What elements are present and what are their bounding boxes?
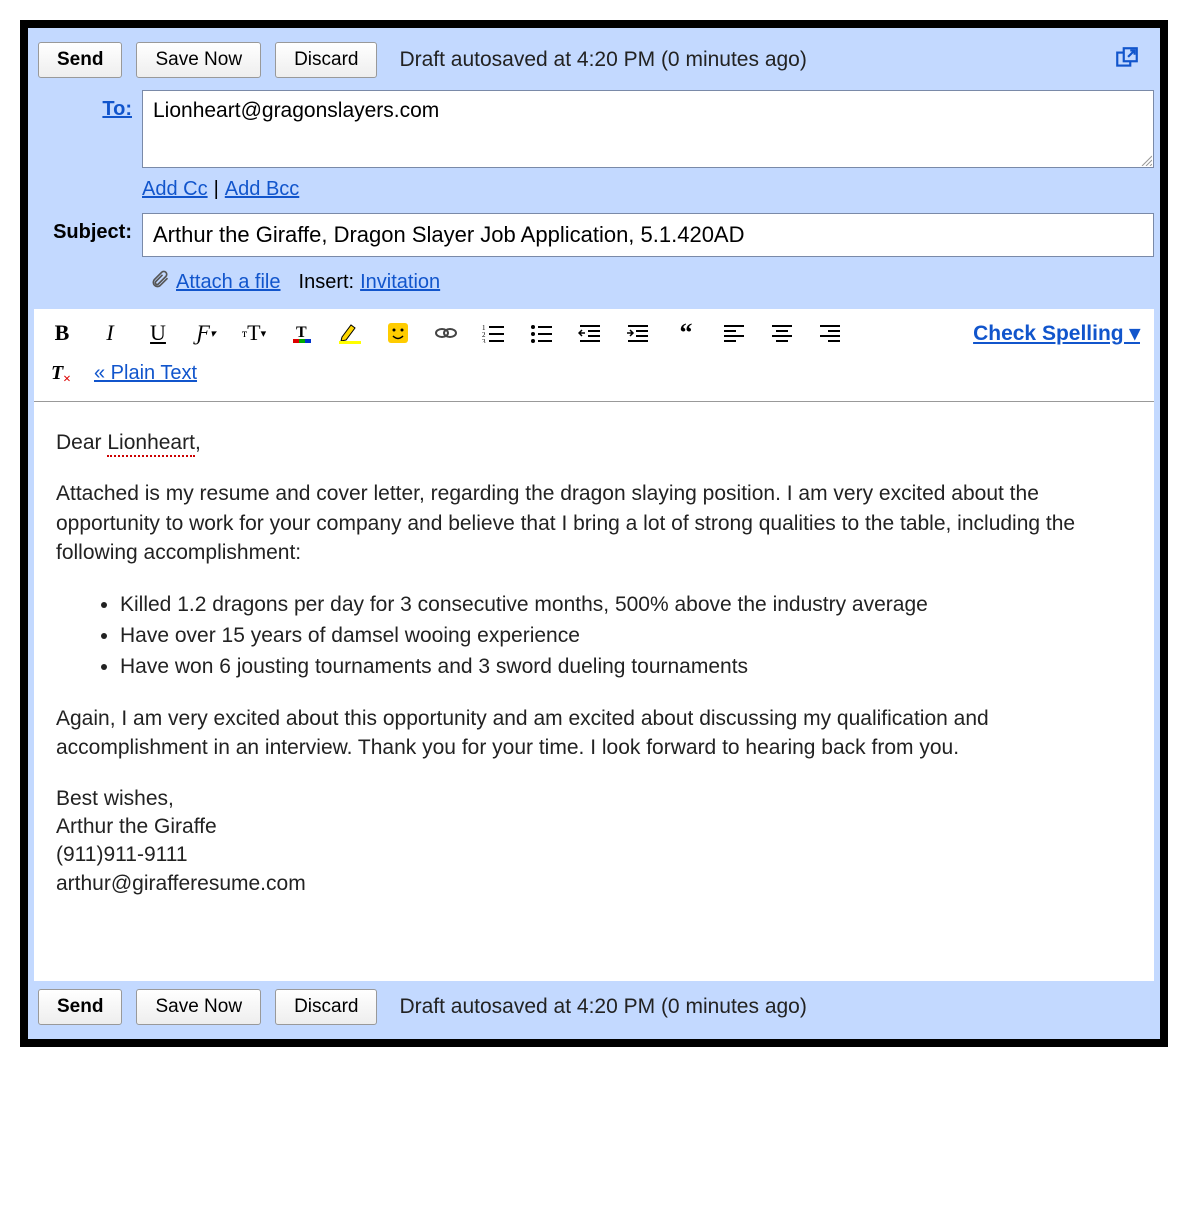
numbered-list-icon[interactable]: 123 — [480, 319, 508, 347]
svg-text:T: T — [296, 324, 307, 341]
header-fields: To: Add Cc | Add Bcc Subject: Attach a f… — [34, 86, 1154, 309]
font-family-icon[interactable]: Ƒ▾ — [192, 319, 220, 347]
paperclip-icon — [150, 269, 170, 295]
cc-separator: | — [214, 178, 219, 201]
save-now-button-top[interactable]: Save Now — [136, 42, 261, 78]
compose-window: Send Save Now Discard Draft autosaved at… — [20, 20, 1168, 1047]
align-left-icon[interactable] — [720, 319, 748, 347]
insert-label: Insert: — [299, 271, 355, 294]
attach-file-link[interactable]: Attach a file — [176, 271, 281, 294]
svg-text:3: 3 — [482, 338, 486, 343]
underline-icon[interactable]: U — [144, 319, 172, 347]
italic-icon[interactable]: I — [96, 319, 124, 347]
remove-format-icon[interactable]: T× — [48, 359, 76, 387]
send-button-top[interactable]: Send — [38, 42, 122, 78]
top-action-bar: Send Save Now Discard Draft autosaved at… — [34, 34, 1154, 86]
add-bcc-link[interactable]: Add Bcc — [225, 178, 299, 201]
accomplishment-list: Killed 1.2 dragons per day for 3 consecu… — [120, 590, 1132, 682]
text-color-icon[interactable]: T — [288, 319, 316, 347]
bold-icon[interactable]: B — [48, 319, 76, 347]
body-paragraph-1: Attached is my resume and cover letter, … — [56, 479, 1132, 567]
popout-icon[interactable] — [1114, 45, 1140, 76]
invitation-link[interactable]: Invitation — [360, 271, 440, 294]
signature-block: Best wishes, Arthur the Giraffe (911)911… — [56, 785, 1132, 898]
discard-button-top[interactable]: Discard — [275, 42, 377, 78]
align-center-icon[interactable] — [768, 319, 796, 347]
bottom-action-bar: Send Save Now Discard Draft autosaved at… — [34, 981, 1154, 1033]
resize-grip-icon[interactable] — [1140, 154, 1152, 166]
spell-error: Lionheart — [107, 431, 195, 457]
plain-text-link[interactable]: « Plain Text — [94, 362, 197, 385]
list-item: Killed 1.2 dragons per day for 3 consecu… — [120, 590, 1132, 619]
emoji-icon[interactable] — [384, 319, 412, 347]
to-label-link[interactable]: To: — [102, 98, 132, 120]
align-right-icon[interactable] — [816, 319, 844, 347]
subject-input[interactable] — [142, 213, 1154, 257]
to-input[interactable] — [142, 90, 1154, 168]
highlight-icon[interactable] — [336, 319, 364, 347]
greeting-line: Dear Lionheart, — [56, 428, 1132, 457]
save-now-button-bottom[interactable]: Save Now — [136, 989, 261, 1025]
autosave-status-bottom: Draft autosaved at 4:20 PM (0 minutes ag… — [399, 995, 806, 1019]
bullet-list-icon[interactable] — [528, 319, 556, 347]
outdent-icon[interactable] — [576, 319, 604, 347]
indent-icon[interactable] — [624, 319, 652, 347]
list-item: Have won 6 jousting tournaments and 3 sw… — [120, 652, 1132, 681]
send-button-bottom[interactable]: Send — [38, 989, 122, 1025]
format-toolbar: B I U Ƒ▾ тT▾ T 123 — [34, 309, 1154, 401]
discard-button-bottom[interactable]: Discard — [275, 989, 377, 1025]
body-paragraph-2: Again, I am very excited about this oppo… — [56, 704, 1132, 763]
quote-icon[interactable]: “ — [672, 319, 700, 347]
subject-label: Subject: — [34, 213, 142, 257]
check-spelling-link[interactable]: Check Spelling ▾ — [973, 321, 1140, 346]
message-body[interactable]: Dear Lionheart, Attached is my resume an… — [34, 401, 1154, 981]
list-item: Have over 15 years of damsel wooing expe… — [120, 621, 1132, 650]
link-icon[interactable] — [432, 319, 460, 347]
autosave-status-top: Draft autosaved at 4:20 PM (0 minutes ag… — [399, 48, 806, 72]
add-cc-link[interactable]: Add Cc — [142, 178, 208, 201]
svg-text:×: × — [63, 372, 71, 385]
font-size-icon[interactable]: тT▾ — [240, 319, 268, 347]
